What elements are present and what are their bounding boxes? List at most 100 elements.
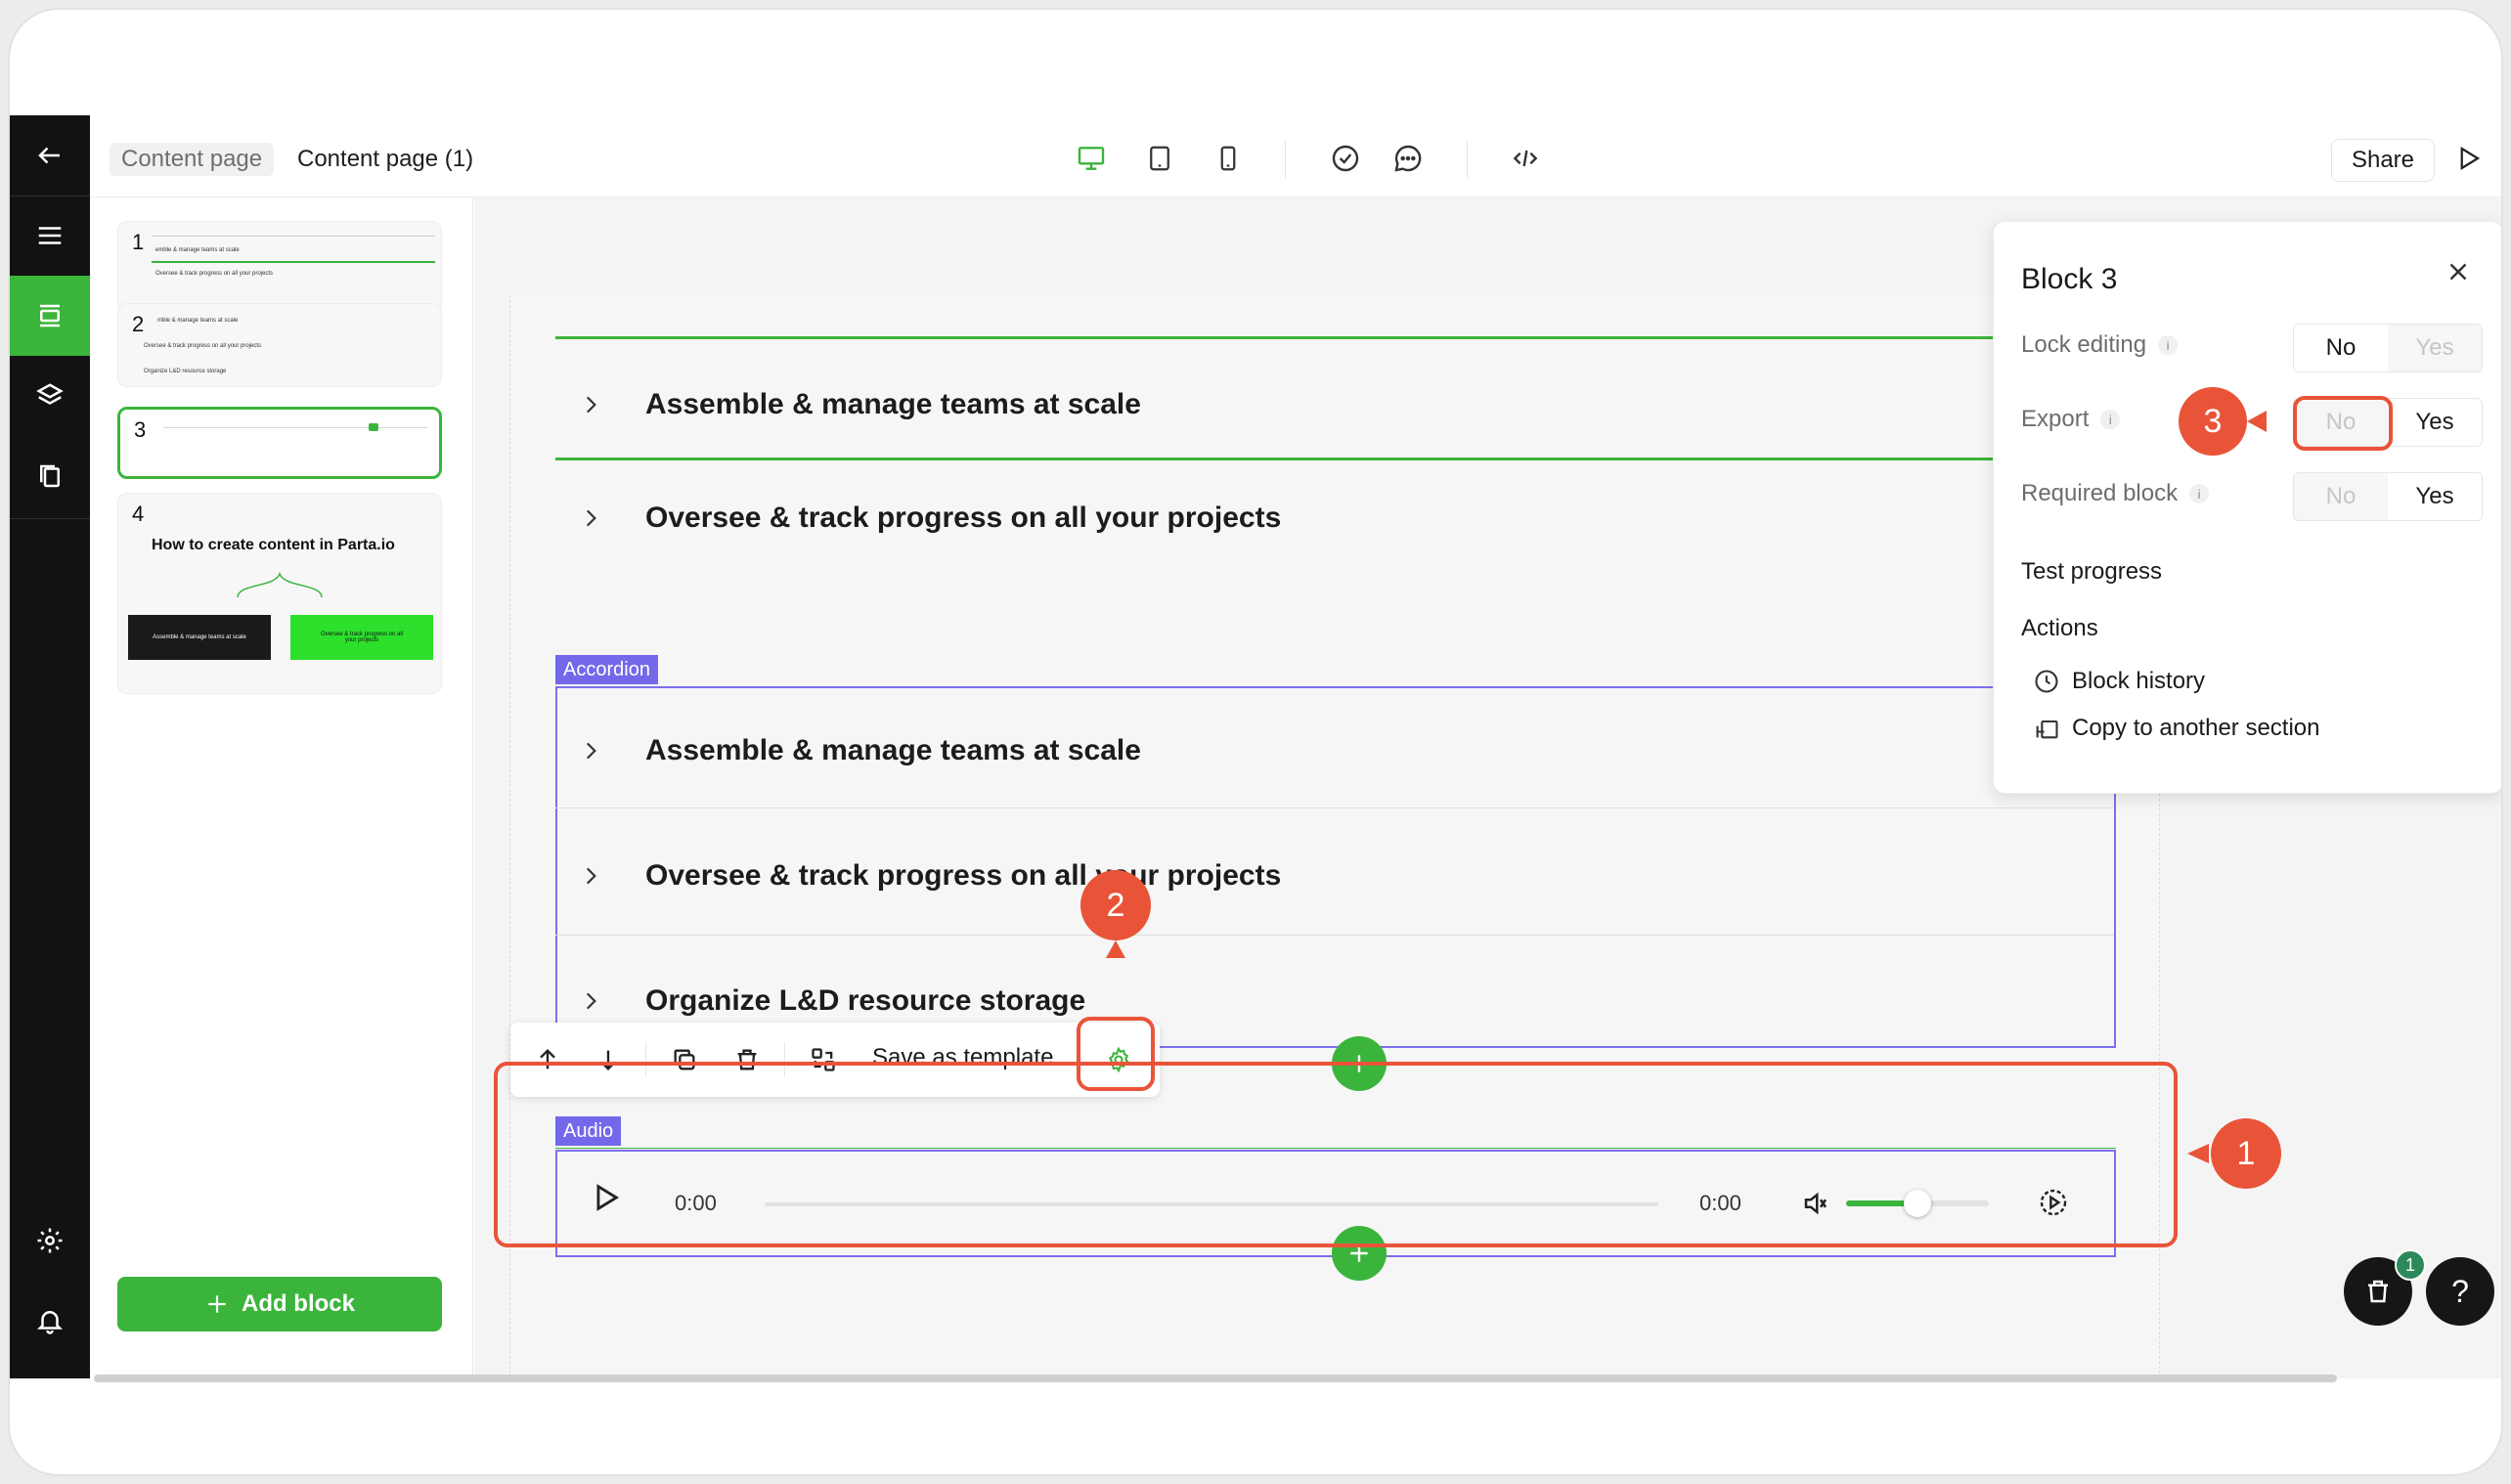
menu-icon[interactable] [10, 196, 90, 276]
breadcrumb-parent[interactable]: Content page [110, 143, 275, 176]
mini-title: How to create content in Parta.io [152, 537, 395, 553]
chevron-right-icon [555, 505, 626, 531]
page-thumbnail-2[interactable]: 2 mble & manage teams at scale Oversee &… [117, 303, 442, 387]
lock-editing-no[interactable]: No [2294, 325, 2388, 371]
layers-icon[interactable] [10, 356, 90, 436]
comment-icon[interactable] [1387, 137, 1430, 180]
callout-highlight-export [2293, 396, 2393, 451]
block-settings-panel: Block 3 Lock editing i No Yes Export i N… [1993, 221, 2501, 794]
required-block-yes[interactable]: Yes [2388, 473, 2482, 520]
share-button[interactable]: Share [2331, 139, 2435, 182]
accordion-item[interactable]: Oversee & track progress on all your pro… [555, 819, 2114, 933]
mini-card-dark: Assemble & manage teams at scale [128, 615, 271, 660]
lock-editing-row: Lock editing i [2021, 331, 2179, 359]
page-thumbnail-4[interactable]: 4 How to create content in Parta.io Asse… [117, 493, 442, 694]
export-row: Export i [2021, 406, 2121, 433]
mini-card-green: Oversee & track progress on all your pro… [290, 615, 433, 660]
app: Content page Content page (1) Share 1 em… [10, 115, 2501, 1382]
back-arrow-icon[interactable] [10, 115, 90, 196]
mini-brace-icon [237, 571, 323, 598]
page-thumbnail-3[interactable]: 3 [117, 407, 442, 479]
history-clock-icon [2035, 670, 2058, 693]
chevron-right-icon [555, 863, 626, 889]
mini-divider [163, 427, 427, 428]
rail-divider [10, 518, 90, 519]
accordion-block-tag: Accordion [555, 655, 658, 684]
pages-icon[interactable] [10, 436, 90, 516]
settings-gear-icon[interactable] [10, 1200, 90, 1281]
bell-icon[interactable] [10, 1281, 90, 1361]
block-history-action[interactable]: Block history [2033, 668, 2205, 695]
accordion-divider [555, 935, 2114, 936]
chevron-right-icon [555, 738, 626, 764]
window-frame: Content page Content page (1) Share 1 em… [8, 8, 2503, 1476]
check-circle-icon[interactable] [1324, 137, 1367, 180]
accordion-title: Assemble & manage teams at scale [645, 388, 1141, 420]
mini-audio-marker [369, 423, 378, 431]
copy-section-label: Copy to another section [2072, 715, 2320, 741]
info-icon[interactable]: i [2158, 335, 2179, 355]
blocks-icon[interactable] [10, 276, 90, 356]
help-button[interactable]: ? [2426, 1257, 2494, 1326]
mini-card-text: Oversee & track progress on all your pro… [320, 632, 404, 643]
accordion-active-line [555, 458, 2114, 460]
page-number: 4 [132, 502, 145, 526]
mini-divider [152, 261, 435, 263]
breadcrumb-current[interactable]: Content page (1) [297, 143, 473, 176]
export-label: Export [2021, 406, 2090, 432]
mini-divider [152, 236, 435, 237]
mini-card-text: Assemble & manage teams at scale [153, 634, 246, 640]
horizontal-scrollbar[interactable] [94, 1375, 2337, 1382]
accordion-title: Organize L&D resource storage [645, 984, 1086, 1017]
mini-text: Oversee & track progress on all your pro… [155, 271, 274, 277]
page-number: 2 [132, 312, 145, 336]
top-bar: Content page Content page (1) Share [90, 115, 2501, 197]
copy-section-action[interactable]: Copy to another section [2033, 715, 2320, 742]
cart-count-badge: 1 [2395, 1249, 2426, 1281]
code-icon[interactable] [1504, 137, 1547, 180]
mini-text: mble & manage teams at scale [157, 318, 239, 324]
chevron-right-icon [555, 988, 626, 1014]
lock-editing-toggle: No Yes [2293, 324, 2483, 372]
export-yes[interactable]: Yes [2388, 399, 2482, 446]
accordion-divider [555, 807, 2114, 808]
page-list-panel: 1 emble & manage teams at scale Oversee … [90, 197, 473, 1378]
add-block-label: Add block [241, 1290, 355, 1317]
accordion-item[interactable]: Assemble & manage teams at scale [555, 348, 2114, 461]
desktop-view-icon[interactable] [1070, 137, 1113, 180]
info-icon[interactable]: i [2100, 410, 2121, 429]
panel-title: Block 3 [2021, 263, 2118, 295]
tablet-view-icon[interactable] [1138, 137, 1181, 180]
copy-section-icon [2036, 720, 2058, 739]
page-number: 1 [132, 230, 145, 254]
callout-badge-3: 3 [2179, 387, 2247, 456]
accordion-title: Assemble & manage teams at scale [645, 734, 1141, 766]
page-thumbnail-1[interactable]: 1 emble & manage teams at scale Oversee … [117, 221, 442, 315]
play-preview-icon[interactable] [2446, 137, 2489, 180]
block-history-label: Block history [2072, 668, 2206, 694]
callout-pointer-1 [2187, 1144, 2209, 1163]
mini-text: emble & manage teams at scale [155, 247, 240, 253]
toolbar-divider [1285, 141, 1286, 178]
mini-text: Oversee & track progress on all your pro… [144, 343, 262, 349]
required-block-label: Required block [2021, 480, 2179, 506]
info-icon[interactable]: i [2189, 484, 2210, 503]
close-icon[interactable] [2444, 257, 2473, 291]
accordion-item[interactable]: Oversee & track progress on all your pro… [555, 461, 2114, 575]
accordion-title: Oversee & track progress on all your pro… [645, 502, 1282, 534]
callout-badge-2: 2 [1080, 870, 1151, 940]
test-progress-label[interactable]: Test progress [2021, 558, 2162, 586]
accordion-item[interactable]: Assemble & manage teams at scale [555, 694, 2114, 807]
chevron-right-icon [555, 392, 626, 417]
left-rail [10, 115, 90, 1378]
basket-icon [2368, 1280, 2388, 1303]
lock-editing-label: Lock editing [2021, 331, 2147, 358]
actions-heading: Actions [2021, 615, 2098, 641]
mobile-view-icon[interactable] [1207, 137, 1250, 180]
required-block-toggle: No Yes [2293, 472, 2483, 521]
add-block-button[interactable]: Add block [117, 1277, 442, 1331]
required-block-no[interactable]: No [2294, 473, 2388, 520]
callout-highlight-audio [494, 1062, 2178, 1247]
callout-pointer-2 [1106, 940, 1125, 958]
lock-editing-yes[interactable]: Yes [2388, 325, 2482, 371]
